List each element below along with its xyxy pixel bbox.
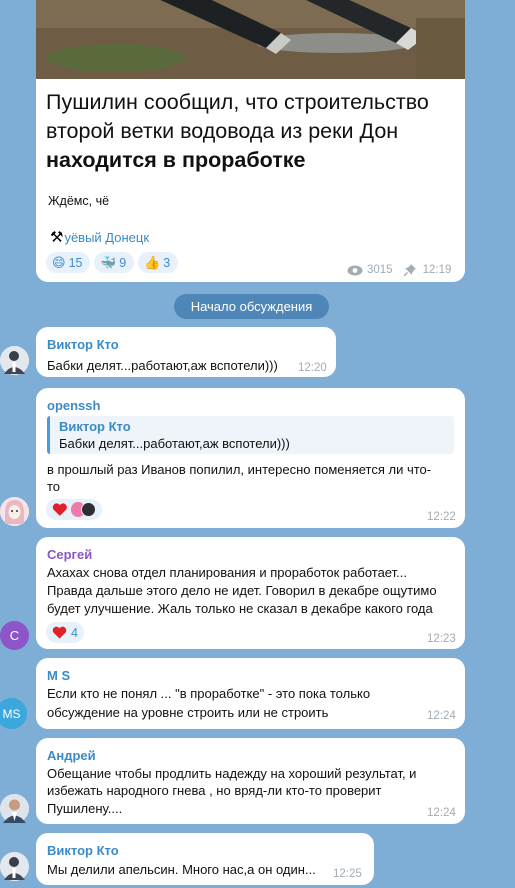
message-time: 12:25 xyxy=(333,868,362,880)
headline-line-2: второй ветки водовода из реки Дон xyxy=(46,119,399,143)
headline-line-1: Пушилин сообщил, что строительство xyxy=(46,90,429,114)
message-text-line-2: обсуждение на уровне строить или не стро… xyxy=(47,705,329,720)
reaction-count: 4 xyxy=(71,625,78,640)
message-author[interactable]: M S xyxy=(47,668,70,683)
channel-post[interactable]: Пушилин сообщил, что строительство второ… xyxy=(36,0,465,282)
reply-author: Виктор Кто xyxy=(59,419,131,434)
reaction-count: 9 xyxy=(119,255,127,270)
message-text: Мы делили апельсин. Много нас,а он один.… xyxy=(47,862,316,877)
message-author[interactable]: Виктор Кто xyxy=(47,843,119,858)
message-text-line-3: будет улучшение. Жаль только не сказал в… xyxy=(47,601,433,616)
channel-name[interactable]: уёвый Донецк xyxy=(64,230,149,245)
reply-quote[interactable]: Виктор Кто Бабки делят...работают,аж всп… xyxy=(47,416,454,454)
message-author[interactable]: Андрей xyxy=(47,748,96,763)
message-text-line-2: то xyxy=(47,479,61,494)
eye-icon xyxy=(347,265,363,275)
message-bubble[interactable]: M S Если кто не понял ... "в проработке"… xyxy=(36,658,465,729)
user-photo-icon xyxy=(0,497,29,526)
reaction-group[interactable] xyxy=(46,499,102,520)
reaction-thumbs-up[interactable]: 👍 3 xyxy=(138,252,178,273)
grin-emoji-icon: 😄 xyxy=(52,254,66,270)
message-author[interactable]: Сергей xyxy=(47,547,92,562)
avatar[interactable] xyxy=(0,346,29,375)
post-photo[interactable] xyxy=(36,0,465,79)
reaction-heart[interactable]: 4 xyxy=(46,622,84,643)
channel-signature[interactable]: ⚒ уёвый Донецк xyxy=(50,228,149,246)
message-author[interactable]: Виктор Кто xyxy=(47,337,119,352)
discussion-start-divider: Начало обсуждения xyxy=(174,294,329,319)
user-photo-icon xyxy=(0,346,29,375)
reaction-count: 3 xyxy=(163,255,171,270)
reaction-grin[interactable]: 😄 15 xyxy=(46,252,90,273)
message-text-line-3: Пушилену.... xyxy=(47,801,123,816)
message-bubble[interactable]: Сергей Ахахах снова отдел планирования и… xyxy=(36,537,465,649)
avatar-initials: MS xyxy=(2,706,21,721)
thumbs-up-emoji-icon: 👍 xyxy=(144,254,161,270)
avatar[interactable] xyxy=(0,497,29,526)
post-meta: 3015 12:19 xyxy=(347,264,451,276)
avatar[interactable]: MS xyxy=(0,698,27,729)
message-bubble[interactable]: Виктор Кто Мы делили апельсин. Много нас… xyxy=(36,833,374,885)
post-time: 12:19 xyxy=(422,264,452,276)
divider-label: Начало обсуждения xyxy=(190,299,313,314)
heart-emoji-icon xyxy=(52,503,67,516)
reply-text: Бабки делят...работают,аж вспотели))) xyxy=(59,436,290,451)
pipe-construction-image xyxy=(36,0,465,79)
message-bubble[interactable]: openssh Виктор Кто Бабки делят...работаю… xyxy=(36,388,465,528)
post-headline: Пушилин сообщил, что строительство второ… xyxy=(46,88,461,175)
reaction-whale[interactable]: 🐳 9 xyxy=(94,252,134,273)
message-bubble[interactable]: Андрей Обещание чтобы продлить надежду н… xyxy=(36,738,465,824)
avatar[interactable] xyxy=(0,852,29,881)
avatar-initial: С xyxy=(9,628,20,643)
hammer-pick-icon: ⚒ xyxy=(50,229,64,246)
pin-icon xyxy=(403,264,416,276)
message-time: 12:23 xyxy=(427,633,456,645)
avatar[interactable]: С xyxy=(0,621,29,650)
user-photo-icon xyxy=(0,794,29,823)
heart-emoji-icon xyxy=(52,626,67,639)
whale-emoji-icon: 🐳 xyxy=(100,254,117,270)
post-comment: Ждёмс, чё xyxy=(48,194,110,208)
message-bubble[interactable]: Виктор Кто Бабки делят...работают,аж всп… xyxy=(36,327,336,377)
avatar[interactable] xyxy=(0,794,29,823)
message-author[interactable]: openssh xyxy=(47,398,100,413)
message-time: 12:24 xyxy=(427,710,456,722)
message-text-line-1: Если кто не понял ... "в проработке" - э… xyxy=(47,686,371,701)
message-text: Бабки делят...работают,аж вспотели))) xyxy=(47,358,278,373)
message-time: 12:22 xyxy=(427,511,456,523)
message-time: 12:20 xyxy=(298,362,327,374)
reactor-avatar xyxy=(81,502,96,517)
headline-line-3: находится в проработке xyxy=(46,148,306,172)
message-time: 12:24 xyxy=(427,807,456,819)
message-text-line-1: в прошлый раз Иванов попилил, интересно … xyxy=(47,462,432,477)
reaction-count: 15 xyxy=(68,255,83,270)
view-count: 3015 xyxy=(367,264,393,276)
user-photo-icon xyxy=(0,852,29,881)
